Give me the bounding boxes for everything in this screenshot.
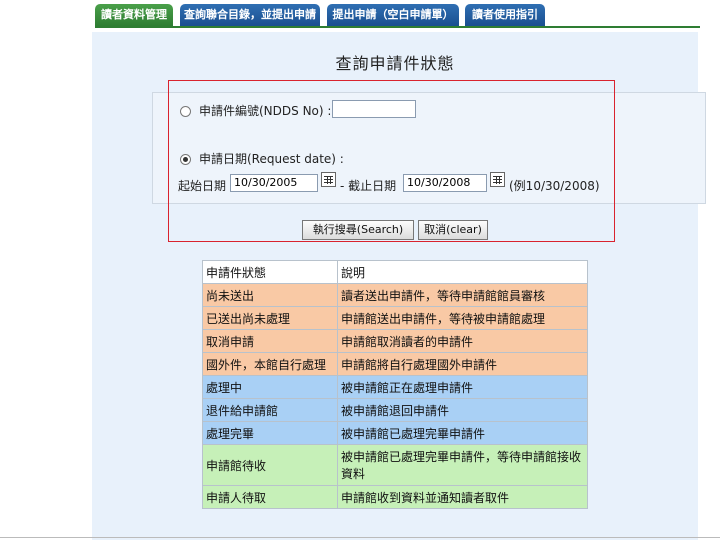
status-table: 申請件狀態 說明 尚未送出 讀者送出申請件，等待申請館館員審核 已送出尚未處理 申請館送出…	[202, 260, 588, 509]
start-date-input[interactable]	[230, 174, 318, 192]
date-example: (例10/30/2008)	[509, 179, 600, 193]
table-row: 申請館待收 被申請館已處理完畢申請件，等待申請館接收資料	[202, 444, 588, 486]
table-row: 取消申請 申請館取消讀者的申請件	[202, 329, 588, 353]
table-row: 處理完畢 被申請館已處理完畢申請件	[202, 421, 588, 445]
status-cell: 取消申請	[202, 329, 338, 353]
search-button[interactable]: 執行搜尋(Search)	[302, 220, 414, 240]
tab-reader-data[interactable]: 讀者資料管理	[95, 4, 173, 26]
description-cell: 讀者送出申請件，等待申請館館員審核	[337, 283, 588, 307]
tab-bar: 讀者資料管理 查詢聯合目錄，並提出申請 提出申請（空白申請單） 讀者使用指引	[95, 4, 700, 26]
table-row: 已送出尚未處理 申請館送出申請件，等待被申請館處理	[202, 306, 588, 330]
description-cell: 申請館將自行處理國外申請件	[337, 352, 588, 376]
tab-search-catalog[interactable]: 查詢聯合目錄，並提出申請	[180, 4, 320, 26]
ndds-row: 申請件編號(NDDS No) :	[180, 102, 331, 119]
table-row: 國外件，本館自行處理 申請館將自行處理國外申請件	[202, 352, 588, 376]
column-header: 說明	[337, 260, 588, 284]
status-cell: 尚未送出	[202, 283, 338, 307]
status-cell: 退件給申請館	[202, 398, 338, 422]
status-cell: 處理中	[202, 375, 338, 399]
table-row: 退件給申請館 被申請館退回申請件	[202, 398, 588, 422]
description-cell: 申請館送出申請件，等待被申請館處理	[337, 306, 588, 330]
ndds-radio[interactable]	[180, 106, 191, 117]
start-calendar-icon[interactable]	[321, 172, 336, 187]
description-cell: 申請館取消讀者的申請件	[337, 329, 588, 353]
page-title: 查詢申請件狀態	[335, 54, 455, 73]
tab-user-guide[interactable]: 讀者使用指引	[465, 4, 545, 26]
ndds-label: 申請件編號(NDDS No) :	[199, 104, 332, 118]
description-cell: 被申請館已處理完畢申請件，等待申請館接收資料	[337, 444, 588, 486]
end-date-input[interactable]	[403, 174, 487, 192]
description-cell: 被申請館已處理完畢申請件	[337, 421, 588, 445]
description-cell: 申請館收到資料並通知讀者取件	[337, 485, 588, 509]
status-cell: 國外件，本館自行處理	[202, 352, 338, 376]
status-cell: 已送出尚未處理	[202, 306, 338, 330]
status-cell: 申請館待收	[202, 444, 338, 486]
status-cell: 申請人待取	[202, 485, 338, 509]
table-row: 處理中 被申請館正在處理申請件	[202, 375, 588, 399]
description-cell: 被申請館正在處理申請件	[337, 375, 588, 399]
request-date-radio[interactable]	[180, 154, 191, 165]
clear-button[interactable]: 取消(clear)	[418, 220, 488, 240]
main-panel: 查詢申請件狀態 申請件編號(NDDS No) : 申請日期(Request da…	[92, 32, 706, 540]
table-header-row: 申請件狀態 說明	[202, 260, 588, 284]
description-cell: 被申請館退回申請件	[337, 398, 588, 422]
start-date-label: 起始日期	[178, 179, 227, 193]
bottom-divider	[0, 537, 720, 538]
request-date-row: 申請日期(Request date) :	[180, 150, 344, 167]
ndds-input[interactable]	[332, 100, 416, 118]
tab-underline	[95, 26, 700, 28]
request-date-label: 申請日期(Request date) :	[199, 152, 344, 166]
table-row: 申請人待取 申請館收到資料並通知讀者取件	[202, 485, 588, 509]
table-row: 尚未送出 讀者送出申請件，等待申請館館員審核	[202, 283, 588, 307]
tab-blank-request[interactable]: 提出申請（空白申請單）	[327, 4, 459, 26]
end-calendar-icon[interactable]	[490, 172, 505, 187]
column-header: 申請件狀態	[202, 260, 338, 284]
end-date-label: - 截止日期	[340, 179, 397, 193]
status-cell: 處理完畢	[202, 421, 338, 445]
